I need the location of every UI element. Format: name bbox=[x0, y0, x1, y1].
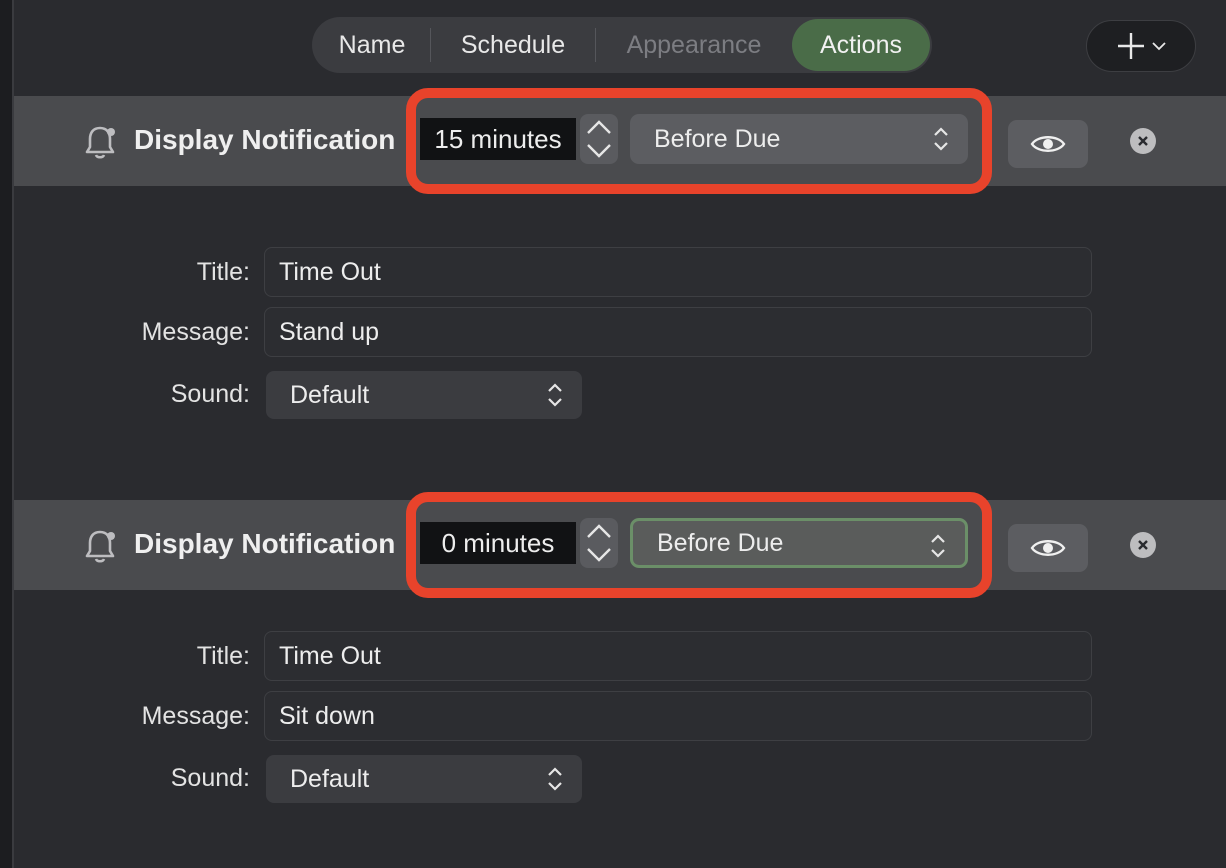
message-label: Message: bbox=[141, 702, 250, 730]
chevron-down-icon bbox=[1152, 42, 1166, 51]
title-label: Title: bbox=[196, 258, 250, 286]
title-field[interactable]: Time Out bbox=[264, 247, 1092, 297]
highlight-annotation bbox=[406, 88, 992, 194]
close-icon bbox=[1138, 136, 1148, 146]
message-field[interactable]: Stand up bbox=[264, 307, 1092, 357]
actions-window: Name Schedule Appearance Actions Display… bbox=[12, 0, 1226, 868]
action-title: Display Notification bbox=[134, 528, 396, 559]
action-header: Display Notification 15 minutes Before D… bbox=[14, 88, 1226, 194]
close-icon bbox=[1138, 540, 1148, 550]
title-label: Title: bbox=[196, 642, 250, 670]
updown-chevron-icon bbox=[548, 383, 562, 407]
sound-label: Sound: bbox=[170, 380, 250, 408]
title-field[interactable]: Time Out bbox=[264, 631, 1092, 681]
add-action-button[interactable] bbox=[1086, 20, 1196, 72]
plus-icon bbox=[1118, 33, 1144, 59]
action-title: Display Notification bbox=[134, 124, 396, 155]
action-header: Display Notification 0 minutes Before Du… bbox=[14, 492, 1226, 598]
tab-actions[interactable]: Actions bbox=[792, 19, 930, 71]
message-label: Message: bbox=[141, 318, 250, 346]
tab-schedule[interactable]: Schedule bbox=[431, 19, 595, 71]
sound-select-value: Default bbox=[290, 380, 370, 409]
bell-icon bbox=[85, 126, 115, 159]
remove-action-button[interactable] bbox=[1130, 128, 1156, 154]
preview-button[interactable] bbox=[1008, 120, 1088, 168]
tab-appearance[interactable]: Appearance bbox=[596, 19, 792, 71]
updown-chevron-icon bbox=[548, 767, 562, 791]
message-field[interactable]: Sit down bbox=[264, 691, 1092, 741]
eye-icon bbox=[1030, 136, 1066, 152]
tab-bar: Name Schedule Appearance Actions bbox=[312, 17, 932, 73]
highlight-annotation bbox=[406, 492, 992, 598]
preview-button[interactable] bbox=[1008, 524, 1088, 572]
tab-name[interactable]: Name bbox=[314, 19, 430, 71]
eye-icon bbox=[1030, 540, 1066, 556]
sound-select-value: Default bbox=[290, 764, 370, 793]
sound-select[interactable]: Default bbox=[266, 755, 582, 803]
sound-label: Sound: bbox=[170, 764, 250, 792]
toolbar: Name Schedule Appearance Actions bbox=[14, 0, 1226, 96]
bell-icon bbox=[85, 530, 115, 563]
remove-action-button[interactable] bbox=[1130, 532, 1156, 558]
sound-select[interactable]: Default bbox=[266, 371, 582, 419]
